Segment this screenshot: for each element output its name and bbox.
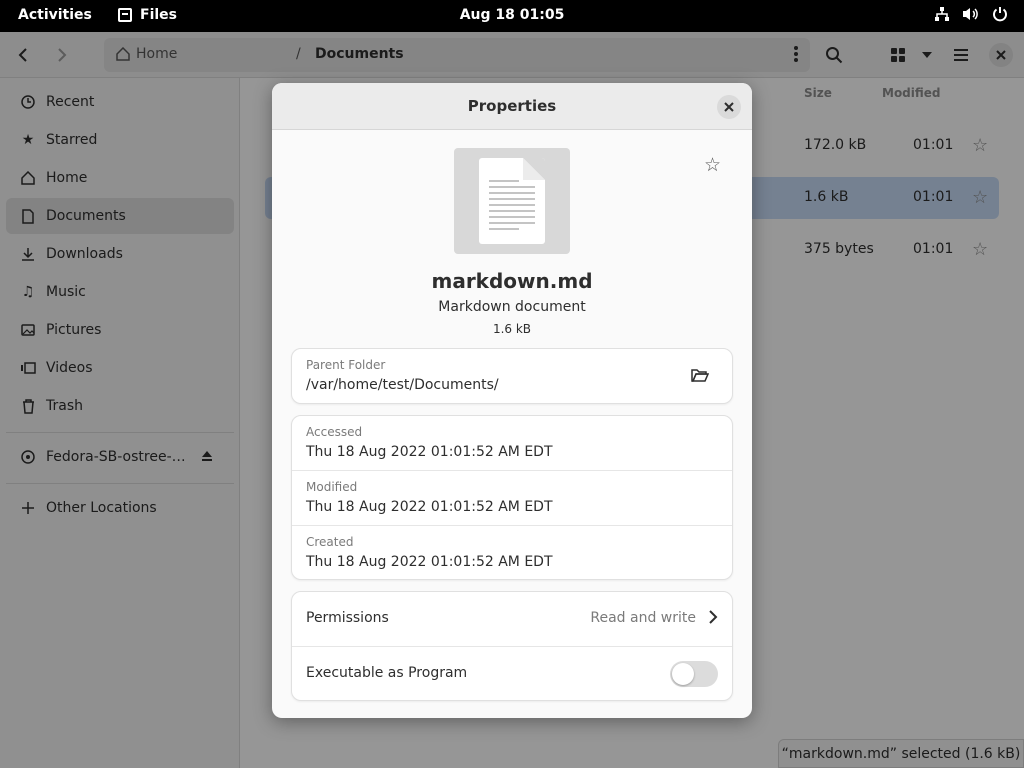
- text-file-icon: [479, 158, 545, 244]
- created-value: Thu 18 Aug 2022 01:01:52 AM EDT: [306, 554, 553, 570]
- activities-button[interactable]: Activities: [18, 7, 92, 23]
- toggle-knob: [672, 663, 694, 685]
- dialog-title: Properties: [467, 97, 557, 115]
- clock[interactable]: Aug 18 01:05: [460, 7, 565, 23]
- top-bar: Activities Files Aug 18 01:05: [0, 0, 1024, 32]
- permissions-row[interactable]: Permissions Read and write: [292, 592, 732, 647]
- network-icon: [935, 7, 949, 21]
- executable-toggle[interactable]: [670, 661, 718, 687]
- folder-open-icon: [691, 369, 710, 382]
- permissions-value: Read and write: [590, 610, 696, 626]
- system-tray[interactable]: [934, 6, 1008, 22]
- parent-folder-card: Parent Folder /var/home/test/Documents/: [291, 348, 733, 404]
- modified-label: Modified: [306, 480, 358, 494]
- executable-label: Executable as Program: [306, 665, 468, 681]
- accessed-label: Accessed: [306, 425, 363, 439]
- parent-folder-label: Parent Folder: [306, 358, 386, 372]
- executable-row: Executable as Program: [292, 646, 732, 701]
- files-app-icon: [118, 8, 132, 22]
- open-folder-button[interactable]: [691, 367, 711, 387]
- file-type: Markdown document: [438, 299, 586, 315]
- power-icon: [993, 7, 1007, 22]
- permissions-card: Permissions Read and write Executable as…: [291, 591, 733, 701]
- file-thumbnail: [454, 148, 570, 254]
- permissions-label: Permissions: [306, 610, 389, 626]
- modified-value: Thu 18 Aug 2022 01:01:52 AM EDT: [306, 499, 553, 515]
- app-name: Files: [140, 7, 177, 23]
- dialog-header: Properties: [272, 83, 752, 130]
- dialog-close-button[interactable]: [717, 95, 741, 119]
- file-size: 1.6 kB: [492, 322, 532, 336]
- modified-field: Modified Thu 18 Aug 2022 01:01:52 AM EDT: [292, 470, 732, 525]
- timestamps-card: Accessed Thu 18 Aug 2022 01:01:52 AM EDT…: [291, 415, 733, 580]
- parent-folder-field: Parent Folder /var/home/test/Documents/: [292, 349, 732, 404]
- chevron-right-icon: [709, 610, 718, 624]
- volume-icon: [963, 8, 978, 20]
- created-label: Created: [306, 535, 354, 549]
- close-icon: [724, 102, 734, 112]
- created-field: Created Thu 18 Aug 2022 01:01:52 AM EDT: [292, 525, 732, 580]
- file-name: markdown.md: [431, 269, 593, 293]
- accessed-value: Thu 18 Aug 2022 01:01:52 AM EDT: [306, 444, 553, 460]
- properties-dialog: Properties ☆ markdown.md Markdown docume…: [272, 83, 752, 718]
- parent-folder-path: /var/home/test/Documents/: [306, 377, 499, 393]
- star-icon[interactable]: ☆: [704, 154, 721, 176]
- accessed-field: Accessed Thu 18 Aug 2022 01:01:52 AM EDT: [292, 416, 732, 471]
- app-menu[interactable]: Files: [118, 7, 177, 23]
